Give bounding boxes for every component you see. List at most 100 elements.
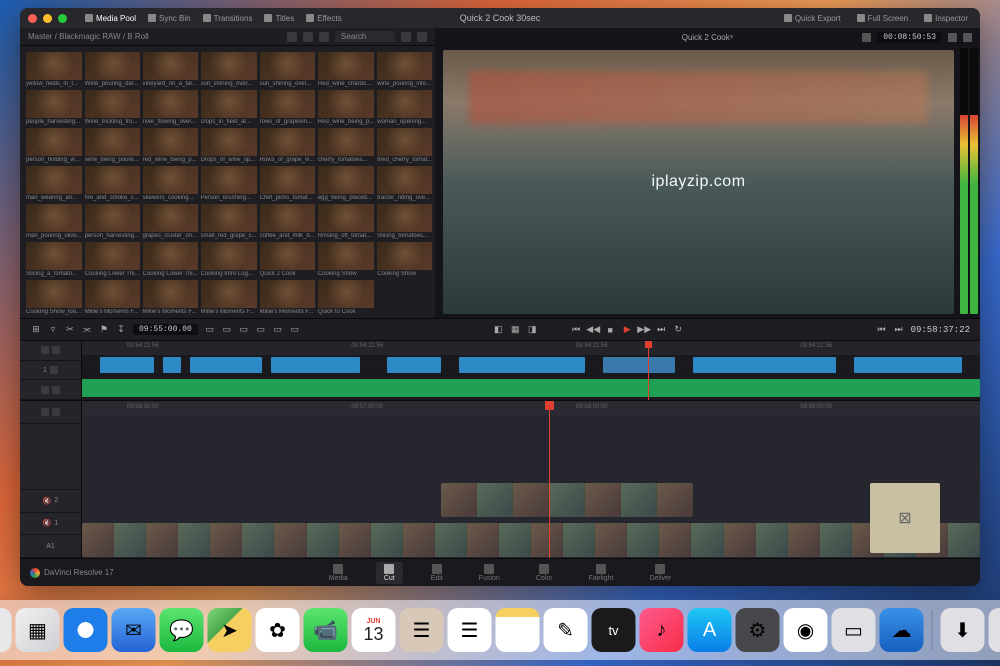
selection-icon[interactable]	[41, 408, 49, 416]
multi-mode-icon[interactable]: ▦	[509, 324, 521, 336]
window-maximize-button[interactable]	[58, 14, 67, 23]
stop-icon[interactable]: ■	[604, 324, 616, 336]
dock-calendar-icon[interactable]: JUN13	[352, 608, 396, 652]
video-track-1-lower[interactable]	[82, 521, 980, 558]
lock-icon[interactable]	[41, 346, 49, 354]
window-close-button[interactable]	[28, 14, 37, 23]
append-icon[interactable]: ▭	[221, 324, 233, 336]
clip-item[interactable]: Slicing_tomatoes...	[377, 204, 432, 239]
dock-music-icon[interactable]: ♪	[640, 608, 684, 652]
clip-item[interactable]: skewers_cooking...	[143, 166, 198, 201]
window-minimize-button[interactable]	[43, 14, 52, 23]
lower-ruler[interactable]: 09:56:00:0009:57:00:0009:58:00:0009:59:0…	[82, 401, 980, 415]
clip-item[interactable]: fire_and_smoke_c...	[85, 166, 140, 201]
dock-reminders-icon[interactable]: ☰	[448, 608, 492, 652]
sync-bin-tab[interactable]: Sync Bin	[144, 12, 195, 25]
ripple-icon[interactable]: ▭	[238, 324, 250, 336]
clip-item[interactable]: man_wearing_an...	[26, 166, 82, 201]
clip-item[interactable]: Red_wine_being_p...	[318, 90, 374, 125]
clip-item[interactable]: person_holding_w...	[26, 128, 82, 163]
viewer-clip-name[interactable]: Quick 2 Cook	[682, 33, 730, 42]
dock-contacts-icon[interactable]: ☰	[400, 608, 444, 652]
upper-ruler[interactable]: 09:54:22.5609:54:22.5609:54:22.5609:54:2…	[82, 341, 980, 355]
go-end-icon[interactable]: ⏭	[655, 324, 667, 336]
link-icon[interactable]: ⫘	[81, 324, 93, 336]
playhead-upper[interactable]	[648, 341, 649, 400]
video-track-2[interactable]	[82, 481, 980, 519]
clip-item[interactable]: grapes_cluster_on...	[143, 204, 198, 239]
lower-tracks[interactable]: 09:56:00:0009:57:00:0009:58:00:0009:59:0…	[82, 401, 980, 558]
overwrite-icon[interactable]: ▭	[289, 324, 301, 336]
speaker-icon[interactable]	[963, 33, 972, 42]
media-pool-tab[interactable]: Media Pool	[81, 12, 140, 25]
clip-item[interactable]: egg_being_placed...	[318, 166, 374, 201]
snap-icon[interactable]: ⊞	[30, 324, 42, 336]
mute-icon[interactable]	[50, 366, 58, 374]
clip-item[interactable]: Person_brushing...	[201, 166, 257, 201]
effects-tab[interactable]: Effects	[302, 12, 345, 25]
dock-mail-icon[interactable]: ✉	[112, 608, 156, 652]
dock-launchpad-icon[interactable]: ▦	[16, 608, 60, 652]
clip-item[interactable]: wine_being_poure...	[85, 128, 140, 163]
clip-item[interactable]: crops_in_field_at...	[201, 90, 257, 125]
clip-item[interactable]: Cooking Show	[318, 242, 374, 277]
viewer-mode-icon[interactable]	[862, 33, 871, 42]
clip-item[interactable]: Quick 2 Cook	[260, 242, 315, 277]
edit-page-tab[interactable]: Edit	[423, 562, 451, 584]
search-input[interactable]: Search	[335, 31, 395, 42]
clip-item[interactable]: sun_shining_over...	[201, 52, 257, 87]
clip-item[interactable]: person_harvesting...	[85, 204, 140, 239]
clip-item[interactable]: Millie's Moments F...	[260, 280, 315, 315]
clip-item[interactable]: woman_opening...	[377, 90, 432, 125]
inspector-button[interactable]: Inspector	[920, 12, 972, 25]
prev-edit-icon[interactable]: ⏮	[876, 324, 888, 336]
dock-settings-icon[interactable]: ⚙	[736, 608, 780, 652]
clip-item[interactable]: small_red_grape_c...	[201, 204, 257, 239]
dock-maps-icon[interactable]: ➤	[208, 608, 252, 652]
dock-tv-icon[interactable]: tv	[592, 608, 636, 652]
fairlight-page-tab[interactable]: Fairlight	[581, 562, 622, 584]
clip-item[interactable]: Millie's Moments F...	[143, 280, 198, 315]
video-track-1[interactable]	[82, 355, 980, 375]
clip-item[interactable]: Red_wine_chardo...	[318, 52, 374, 87]
clip-item[interactable]: Millie's Moments F...	[85, 280, 140, 315]
flag-icon[interactable]: ⚑	[98, 324, 110, 336]
dock-finder-icon[interactable]	[0, 608, 12, 652]
clip-item[interactable]: Drops_of_wine_sp...	[201, 128, 257, 163]
clip-item[interactable]: Cooking Lower Thi...	[85, 242, 140, 277]
clip-item[interactable]: fried_cherry_tomat...	[377, 128, 432, 163]
clip-item[interactable]: Cooking Show_loo...	[26, 280, 82, 315]
clip-item[interactable]: Quick to Cook	[318, 280, 374, 315]
dock-chrome-icon[interactable]: ◉	[784, 608, 828, 652]
place-icon[interactable]: ▭	[272, 324, 284, 336]
step-back-icon[interactable]: ◀◀	[587, 324, 599, 336]
sync-icon[interactable]	[52, 346, 60, 354]
clip-item[interactable]: Slicing_a_tomato...	[26, 242, 82, 277]
clip-item[interactable]: man_pouring_olive...	[26, 204, 82, 239]
filter-icon[interactable]	[401, 32, 411, 42]
titles-tab[interactable]: Titles	[260, 12, 298, 25]
smart-insert-icon[interactable]: ▭	[204, 324, 216, 336]
home-button[interactable]: DaVinci Resolve 17	[30, 568, 114, 578]
options-icon[interactable]	[417, 32, 427, 42]
upper-tracks[interactable]: 09:54:22.5609:54:22.5609:54:22.5609:54:2…	[82, 341, 980, 400]
closeup-icon[interactable]: ▭	[255, 324, 267, 336]
sort-icon[interactable]	[319, 32, 329, 42]
dock-downloads-icon[interactable]: ⬇	[941, 608, 985, 652]
timeline-mode-icon[interactable]: ◨	[526, 324, 538, 336]
clip-item[interactable]: rows_of_grapevin...	[260, 90, 315, 125]
clip-item[interactable]: cherry_tomatoes...	[318, 128, 374, 163]
clip-item[interactable]: Cooking Lower Thi...	[143, 242, 198, 277]
dock-freeform-icon[interactable]: ✎	[544, 608, 588, 652]
clip-item[interactable]: people_harvesting...	[26, 90, 82, 125]
clip-item[interactable]: Cooking Show	[377, 242, 432, 277]
chevron-down-icon[interactable]: ▾	[730, 33, 734, 41]
tools-icon[interactable]	[948, 33, 957, 42]
clip-item[interactable]: tractor_riding_ove...	[377, 166, 432, 201]
go-start-icon[interactable]: ⏮	[570, 324, 582, 336]
view-list-icon[interactable]	[287, 32, 297, 42]
clip-item[interactable]: vineyard_on_a_far...	[143, 52, 198, 87]
fusion-page-tab[interactable]: Fusion	[471, 562, 508, 584]
clip-item[interactable]: Cooking Intro Log...	[201, 242, 257, 277]
play-button[interactable]: ▶	[621, 324, 633, 336]
